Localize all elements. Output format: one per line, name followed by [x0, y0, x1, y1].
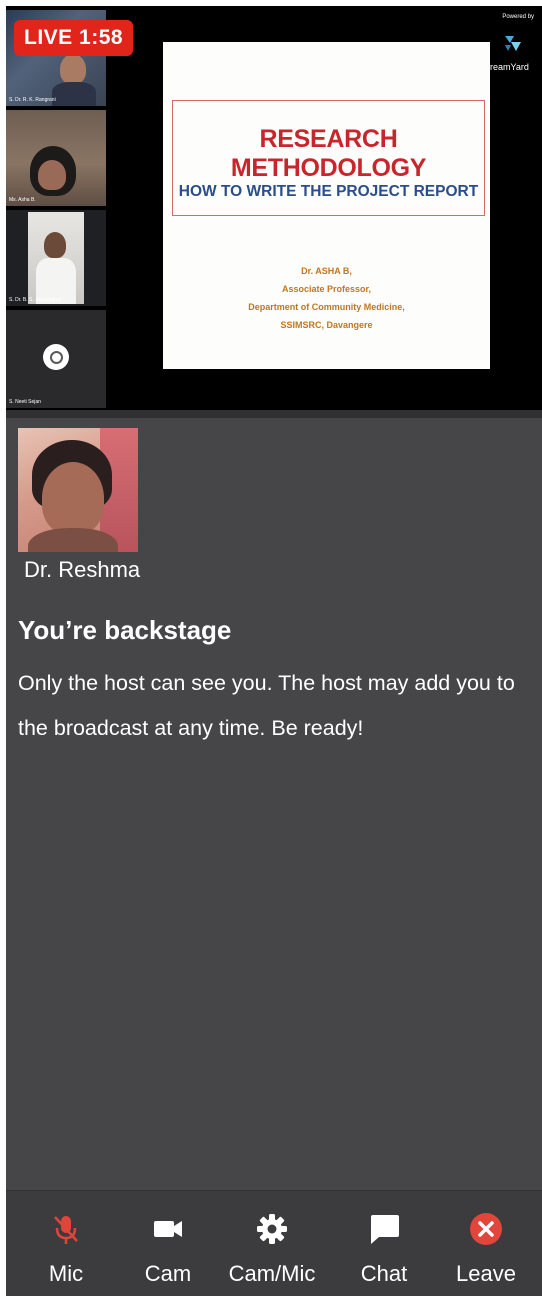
- slide-title: RESEARCH METHODOLOGY: [230, 125, 427, 182]
- leave-label: Leave: [456, 1261, 516, 1286]
- streamyard-logo-text: reamYard: [490, 62, 529, 72]
- participant-tile: S. Neeti Sejan: [6, 310, 106, 408]
- slide-author-line: Dr. ASHA B,: [301, 266, 352, 276]
- mic-button[interactable]: Mic: [16, 1191, 116, 1296]
- streamyard-guest-app: LIVE 1:58 S. Dr. R. K. Rangrani Ms. Asha…: [6, 6, 542, 1296]
- self-name-label: Dr. Reshma: [24, 557, 141, 582]
- slide-author-line: SSIMSRC, Davangere: [280, 320, 373, 330]
- mic-muted-icon: [54, 1216, 78, 1244]
- slide-author-block: Dr. ASHA B, Associate Professor, Departm…: [163, 262, 490, 334]
- participant-name: Ms. Asha B.: [9, 197, 36, 203]
- leave-button[interactable]: Leave: [436, 1191, 536, 1296]
- self-camera-preview: [18, 428, 138, 552]
- slide-author-line: Associate Professor,: [281, 284, 372, 294]
- participant-face: [38, 160, 66, 190]
- streamyard-logo-icon: [505, 36, 521, 51]
- participant-name: S. Neeti Sejan: [9, 399, 41, 405]
- cam-button[interactable]: Cam: [118, 1191, 218, 1296]
- section-divider: [6, 410, 542, 418]
- participant-tile: Ms. Asha B.: [6, 110, 106, 206]
- cam-mic-label: Cam/Mic: [228, 1261, 316, 1286]
- participant-name: S. Dr. B. S. Jamanathal: [9, 297, 61, 303]
- participant-video: [60, 54, 86, 84]
- slide-title-box: RESEARCH METHODOLOGY HOW TO WRITE THE PR…: [172, 100, 485, 216]
- live-timer: 1:58: [79, 26, 124, 49]
- slide-subtitle: HOW TO WRITE THE PROJECT REPORT: [178, 183, 479, 200]
- bottom-toolbar: Mic Cam Cam/Mic Chat Leave: [6, 1190, 542, 1296]
- backstage-message: Only the host can see you. The host may …: [18, 671, 515, 740]
- participant-video: [28, 212, 84, 304]
- slide-author-line: Department of Community Medicine,: [248, 302, 405, 312]
- cam-mic-settings-button[interactable]: Cam/Mic: [222, 1191, 322, 1296]
- participant-tile: S. Dr. B. S. Jamanathal: [6, 210, 106, 306]
- participant-strip: S. Dr. R. K. Rangrani Ms. Asha B. S. Dr.…: [6, 6, 106, 410]
- live-label: LIVE: [24, 26, 80, 49]
- chat-label: Chat: [360, 1261, 408, 1286]
- chat-button[interactable]: Chat: [334, 1191, 434, 1296]
- self-shoulders: [28, 528, 118, 552]
- gear-icon: [257, 1214, 287, 1244]
- cam-label: Cam: [144, 1261, 192, 1286]
- participant-shoulders: [52, 82, 96, 106]
- video-camera-icon: [154, 1221, 182, 1237]
- participant-name: S. Dr. R. K. Rangrani: [9, 97, 56, 103]
- self-face: [42, 462, 104, 534]
- participant-face: [44, 232, 66, 258]
- broadcast-preview: LIVE 1:58 S. Dr. R. K. Rangrani Ms. Asha…: [6, 6, 542, 410]
- live-badge: LIVE 1:58: [14, 20, 134, 56]
- leave-close-icon: [470, 1213, 502, 1245]
- chat-bubble-icon: [371, 1215, 399, 1244]
- shared-slide: RESEARCH METHODOLOGY HOW TO WRITE THE PR…: [163, 42, 490, 369]
- backstage-title: You’re backstage: [18, 615, 232, 645]
- mic-label: Mic: [48, 1261, 84, 1286]
- camera-off-avatar-icon: [43, 344, 69, 370]
- powered-by-label: Powered by: [502, 14, 534, 20]
